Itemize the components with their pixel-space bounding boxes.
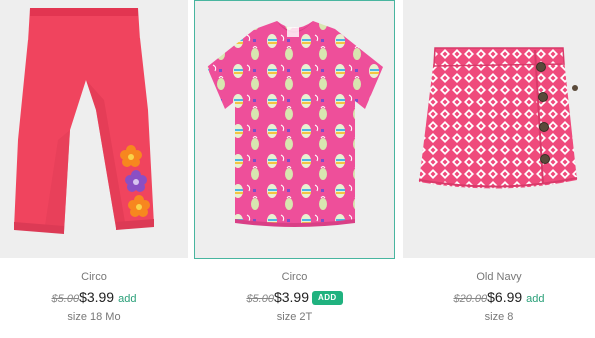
product-photo-tshirt[interactable]	[194, 0, 395, 259]
product-brand[interactable]: Circo	[0, 270, 188, 284]
price-row: $20.00$6.99 add	[403, 287, 595, 309]
price-row: $5.00$3.99 add	[0, 287, 188, 309]
original-price: $5.00	[51, 293, 80, 305]
product-card[interactable]: Circo $5.00$3.99 ADD size 2T	[194, 0, 395, 338]
product-brand[interactable]: Circo	[194, 270, 395, 284]
sale-price: $6.99	[487, 289, 523, 305]
tshirt-image	[195, 1, 394, 258]
add-to-cart-link[interactable]: add	[526, 293, 544, 305]
product-grid: Circo $5.00$3.99 add size 18 Mo Circo $5…	[0, 0, 595, 338]
price-row: $5.00$3.99 ADD	[194, 287, 395, 309]
product-info: Circo $5.00$3.99 ADD size 2T	[194, 270, 395, 324]
product-card[interactable]: Circo $5.00$3.99 add size 18 Mo	[0, 0, 188, 338]
leggings-image	[0, 0, 188, 258]
sale-price: $3.99	[273, 289, 310, 305]
sale-price: $3.99	[79, 289, 115, 305]
add-to-cart-link[interactable]: add	[118, 293, 136, 305]
original-price: $5.00	[246, 293, 274, 305]
product-size: size 2T	[276, 311, 313, 323]
original-price: $20.00	[453, 293, 488, 305]
product-size: size 8	[484, 311, 514, 323]
product-info: Circo $5.00$3.99 add size 18 Mo	[0, 270, 188, 324]
skirt-image	[403, 0, 595, 258]
add-to-cart-button[interactable]: ADD	[312, 291, 343, 305]
product-info: Old Navy $20.00$6.99 add size 8	[403, 270, 595, 324]
product-photo-leggings[interactable]	[0, 0, 188, 258]
product-card[interactable]: Old Navy $20.00$6.99 add size 8	[403, 0, 595, 338]
product-brand[interactable]: Old Navy	[403, 270, 595, 284]
product-photo-skirt[interactable]	[403, 0, 595, 258]
product-size: size 18 Mo	[67, 311, 121, 323]
